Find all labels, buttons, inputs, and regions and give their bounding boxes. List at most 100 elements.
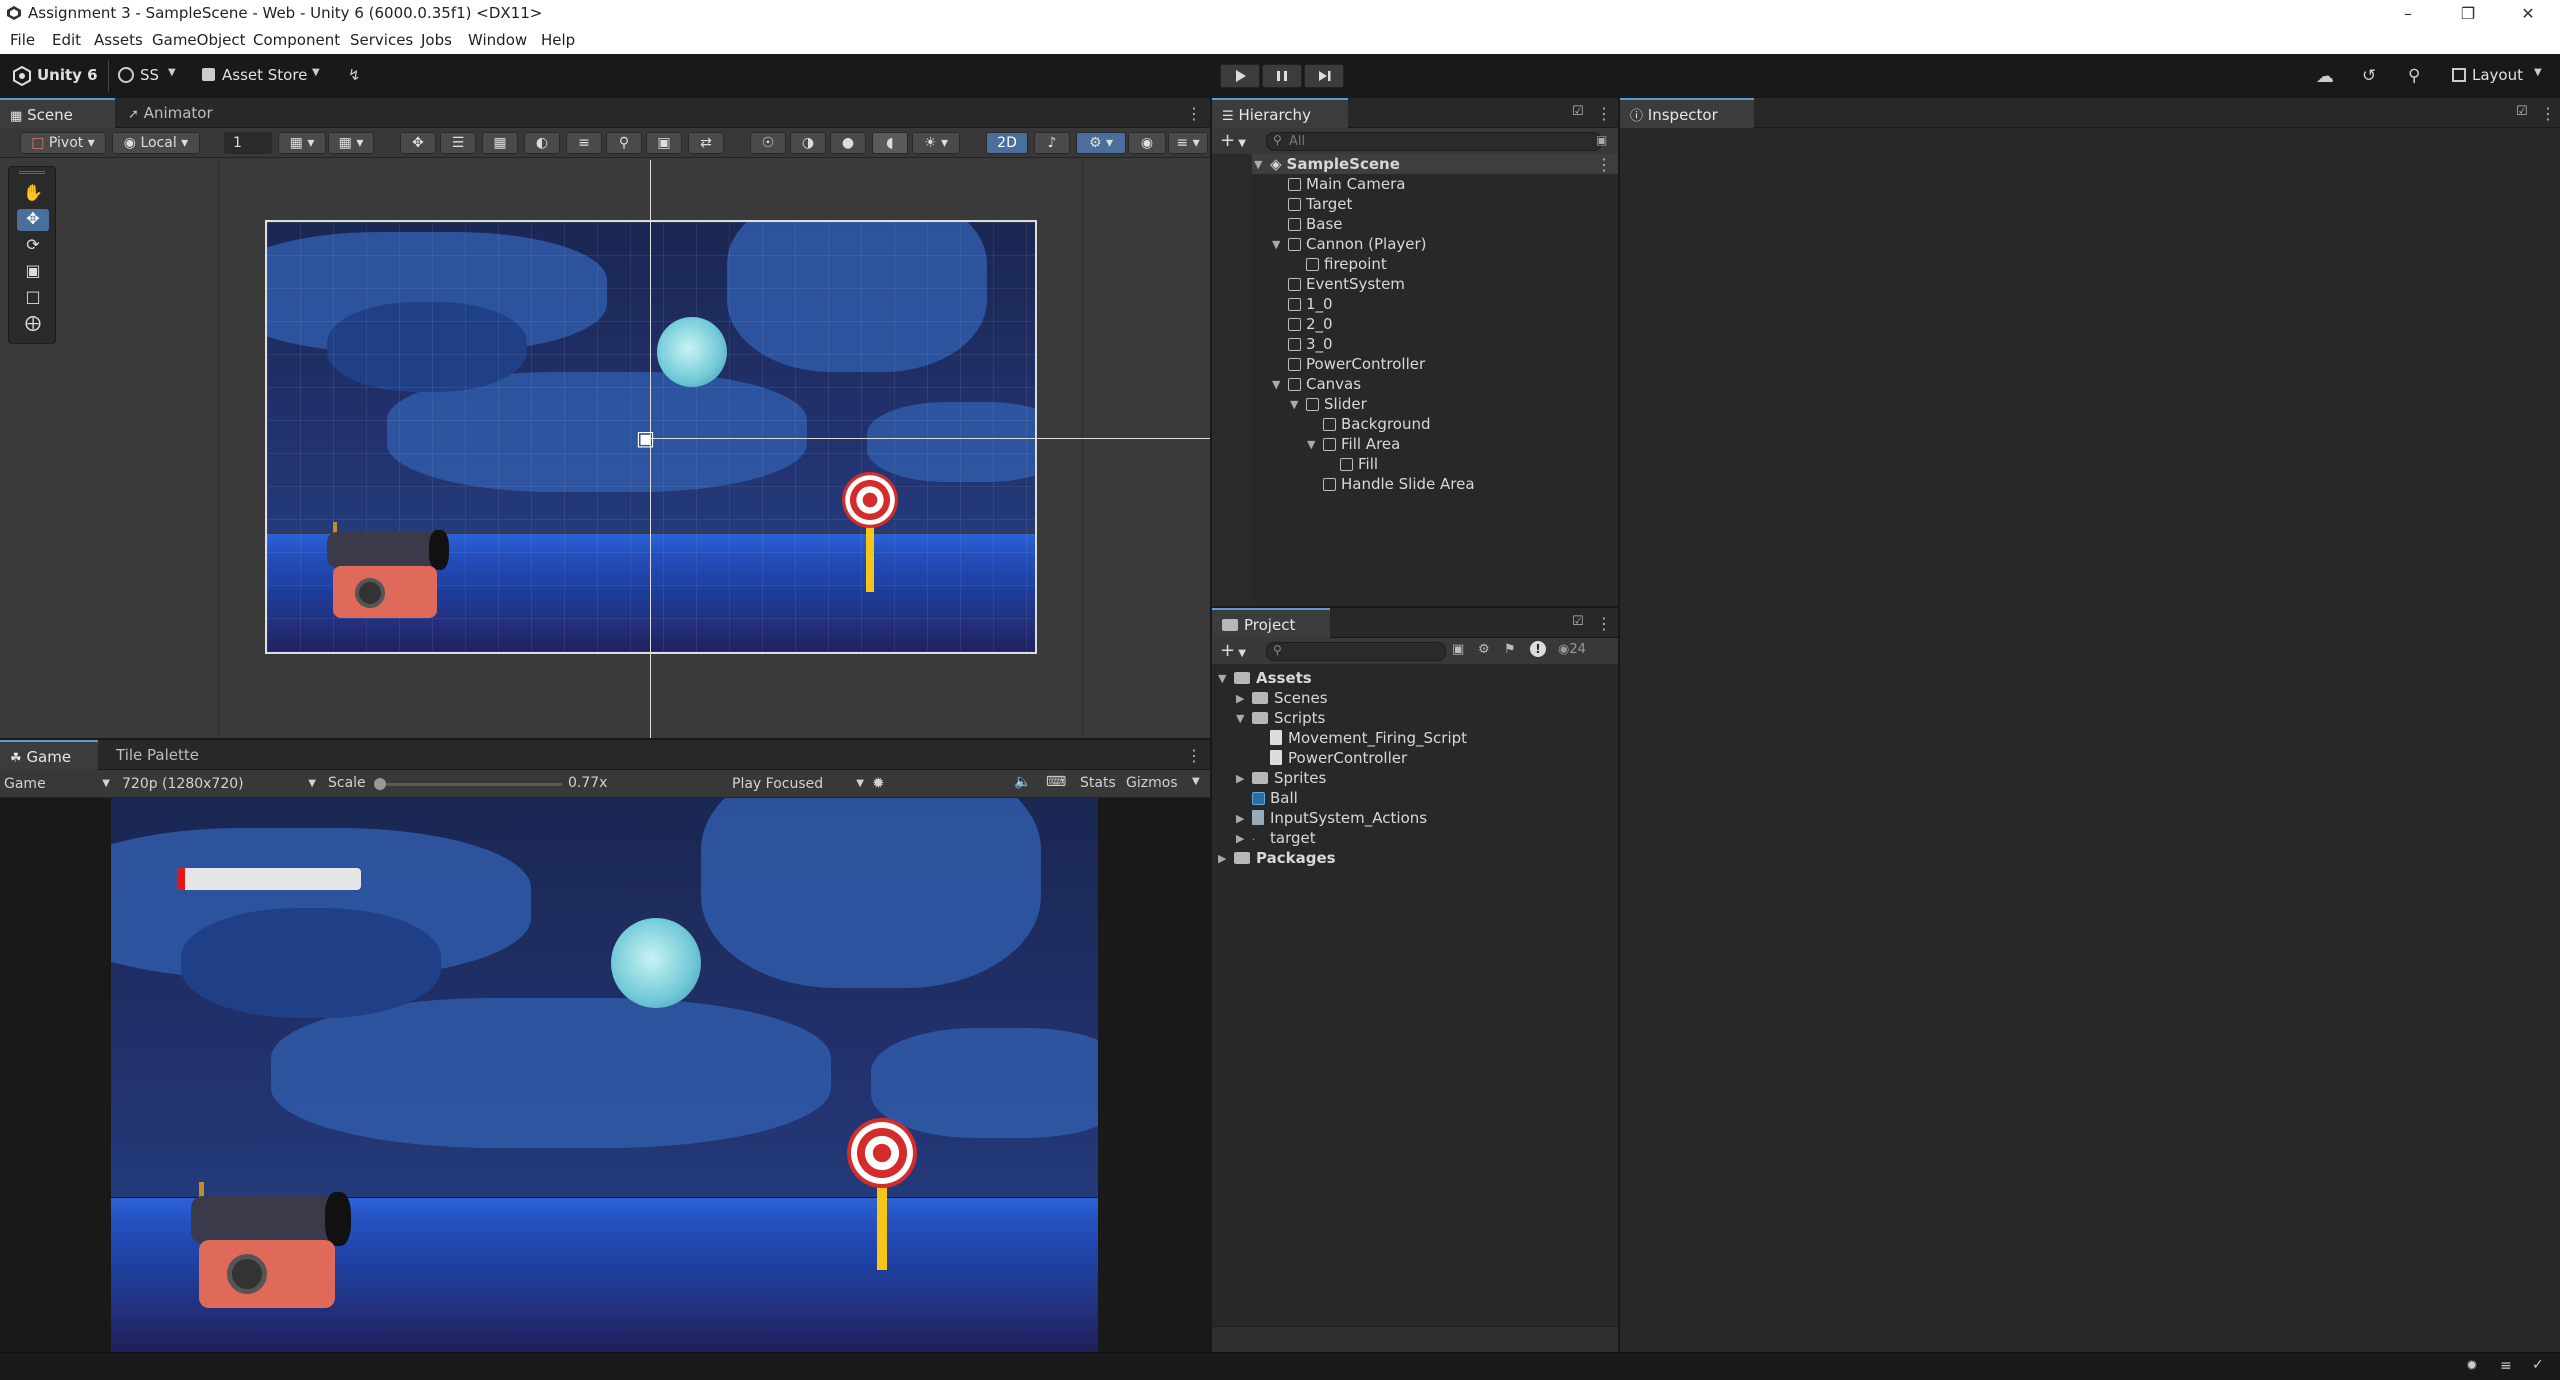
resolution-dropdown[interactable]: 720p (1280x720) ▼ bbox=[122, 773, 316, 795]
hierarchy-item-canvas[interactable]: Canvas bbox=[1288, 374, 1361, 394]
scale-slider-track[interactable] bbox=[378, 783, 562, 786]
hierarchy-item-fill-area[interactable]: Fill Area bbox=[1323, 434, 1400, 454]
account-dropdown[interactable]: SS ▼ bbox=[118, 64, 178, 88]
play-button[interactable] bbox=[1220, 64, 1260, 88]
lighting-toggle-icon[interactable]: ◖ bbox=[872, 132, 908, 154]
globe-icon[interactable]: ☉ bbox=[750, 132, 786, 154]
kebab-menu-icon[interactable]: ⋮ bbox=[1596, 155, 1612, 174]
grid-tool-icon[interactable]: ▦ bbox=[482, 132, 518, 154]
expand-arrow-icon[interactable]: ▼ bbox=[1236, 712, 1244, 725]
expand-arrow-icon[interactable]: ▼ bbox=[1290, 398, 1298, 411]
hierarchy-item-3-0[interactable]: 3_0 bbox=[1288, 334, 1333, 354]
lock-icon[interactable]: ☑ bbox=[1572, 104, 1584, 119]
gizmo-settings-dropdown[interactable]: ⚙ ▾ bbox=[1076, 132, 1126, 154]
menu-assets[interactable]: Assets bbox=[94, 31, 143, 49]
add-object-button[interactable]: + ▼ bbox=[1220, 130, 1246, 151]
menu-jobs[interactable]: Jobs bbox=[421, 31, 452, 49]
hierarchy-item-fill[interactable]: Fill bbox=[1340, 454, 1378, 474]
hierarchy-item-handle-slide-area[interactable]: Handle Slide Area bbox=[1323, 474, 1475, 494]
hierarchy-item-powercontroller[interactable]: PowerController bbox=[1288, 354, 1425, 374]
stats-button[interactable]: Stats bbox=[1080, 775, 1116, 791]
collapse-arrow-icon[interactable]: ▶ bbox=[1236, 772, 1244, 785]
shuffle-tool-icon[interactable]: ⇄ bbox=[688, 132, 724, 154]
tab-animator[interactable]: ➚ Animator bbox=[118, 98, 238, 128]
cloud-icon[interactable]: ☁ bbox=[2316, 66, 2334, 87]
lock-icon[interactable]: ☑ bbox=[2516, 104, 2528, 119]
game-view[interactable] bbox=[111, 798, 1098, 1352]
menu-help[interactable]: Help bbox=[541, 31, 575, 49]
asset-store-dropdown[interactable]: Asset Store ▼ bbox=[200, 64, 330, 88]
filter-by-type-icon[interactable]: ⚙ bbox=[1478, 642, 1490, 657]
effects-dropdown[interactable]: ☀ ▾ bbox=[912, 132, 960, 154]
expand-arrow-icon[interactable]: ▼ bbox=[1272, 378, 1280, 391]
hidden-packages-toggle[interactable]: ◉24 bbox=[1558, 642, 1586, 657]
play-mode-dropdown[interactable]: Play Focused ▼ bbox=[732, 773, 864, 795]
gizmos-button[interactable]: Gizmos bbox=[1126, 775, 1178, 791]
expand-arrow-icon[interactable]: ▼ bbox=[1272, 238, 1280, 251]
filter-by-label-icon[interactable]: ⚑ bbox=[1504, 642, 1516, 657]
power-slider[interactable] bbox=[177, 868, 361, 890]
rotate-tool-icon[interactable]: ⟳ bbox=[17, 235, 49, 257]
local-dropdown[interactable]: ◉ Local ▾ bbox=[112, 132, 200, 154]
layers-tool-icon[interactable]: ≡ bbox=[566, 132, 602, 154]
tab-tile-palette[interactable]: Tile Palette bbox=[106, 740, 216, 770]
maximize-button[interactable]: ❐ bbox=[2448, 2, 2488, 26]
project-folder-scenes[interactable]: Scenes bbox=[1252, 688, 1328, 708]
hierarchy-item-eventsystem[interactable]: EventSystem bbox=[1288, 274, 1405, 294]
kebab-menu-icon[interactable]: ⋮ bbox=[1186, 746, 1202, 765]
step-button[interactable] bbox=[1304, 64, 1344, 88]
tab-game[interactable]: ☘ Game bbox=[0, 740, 98, 770]
tab-inspector[interactable]: ⓘ Inspector bbox=[1620, 98, 1754, 128]
audio-toggle-icon[interactable]: ♪ bbox=[1034, 132, 1070, 154]
menu-gameobject[interactable]: GameObject bbox=[152, 31, 246, 49]
project-asset-target[interactable]: · target bbox=[1252, 828, 1316, 848]
project-folder-scripts[interactable]: Scripts bbox=[1252, 708, 1325, 728]
hierarchy-item-1-0[interactable]: 1_0 bbox=[1288, 294, 1333, 314]
grid-visibility-button[interactable]: ▦ ▾ bbox=[328, 132, 374, 154]
hierarchy-search-field[interactable]: ⚲ All bbox=[1266, 132, 1602, 151]
snap-increment-field[interactable]: 1 bbox=[224, 132, 272, 154]
version-control-icon[interactable]: ↯ bbox=[348, 66, 366, 84]
collapse-arrow-icon[interactable]: ▶ bbox=[1236, 812, 1244, 825]
project-folder-assets[interactable]: Assets bbox=[1234, 668, 1312, 688]
rect-tool-icon[interactable]: □ bbox=[17, 287, 49, 309]
zoom-tool-icon[interactable]: ⚲ bbox=[606, 132, 642, 154]
visibility-eye-icon[interactable]: ◉ bbox=[1128, 132, 1166, 154]
bug-status-icon[interactable]: ✹ bbox=[2466, 1358, 2478, 1374]
project-folder-packages[interactable]: Packages bbox=[1234, 848, 1336, 868]
collapse-arrow-icon[interactable]: ▶ bbox=[1218, 852, 1226, 865]
collapse-arrow-icon[interactable]: ▶ bbox=[1236, 832, 1244, 845]
move-tool-icon[interactable]: ✥ bbox=[400, 132, 436, 154]
tab-scene[interactable]: ▦ Scene bbox=[0, 98, 115, 128]
history-icon[interactable]: ↺ bbox=[2362, 66, 2376, 86]
hierarchy-item-slider[interactable]: Slider bbox=[1306, 394, 1367, 414]
search-by-type-icon[interactable]: ▣ bbox=[1452, 642, 1464, 657]
kebab-menu-icon[interactable]: ⋮ bbox=[1186, 104, 1202, 123]
kebab-menu-icon[interactable]: ⋮ bbox=[1596, 104, 1612, 123]
close-button[interactable]: ✕ bbox=[2508, 2, 2548, 26]
hierarchy-item-firepoint[interactable]: firepoint bbox=[1306, 254, 1387, 274]
project-folder-sprites[interactable]: Sprites bbox=[1252, 768, 1326, 788]
menu-window[interactable]: Window bbox=[468, 31, 527, 49]
tab-hierarchy[interactable]: ☰ Hierarchy bbox=[1212, 98, 1348, 128]
layers-dropdown[interactable]: ≡ ▾ bbox=[1168, 132, 1208, 154]
layers-status-icon[interactable]: ≡ bbox=[2500, 1358, 2512, 1374]
expand-arrow-icon[interactable]: ▼ bbox=[1254, 158, 1262, 171]
pivot-dropdown[interactable]: □ Pivot ▾ bbox=[20, 132, 106, 154]
chevron-down-icon[interactable]: ▼ bbox=[1192, 776, 1200, 787]
overlay-drag-handle[interactable] bbox=[19, 171, 45, 174]
pause-button[interactable] bbox=[1262, 64, 1302, 88]
tab-project[interactable]: Project bbox=[1212, 608, 1330, 638]
collapse-arrow-icon[interactable]: ▶ bbox=[1236, 692, 1244, 705]
grid-snapping-button[interactable]: ▦ ▾ bbox=[278, 132, 326, 154]
expand-arrow-icon[interactable]: ▼ bbox=[1307, 438, 1315, 451]
keyboard-icon[interactable]: ⌨ bbox=[1046, 774, 1066, 790]
kebab-menu-icon[interactable]: ⋮ bbox=[1596, 614, 1612, 633]
lock-icon[interactable]: ☑ bbox=[1572, 614, 1584, 629]
hierarchy-item-target[interactable]: Target bbox=[1288, 194, 1352, 214]
scale-slider-handle[interactable] bbox=[374, 778, 386, 790]
project-script-movement[interactable]: Movement_Firing_Script bbox=[1270, 728, 1467, 748]
mode-2d-toggle[interactable]: 2D bbox=[986, 132, 1028, 154]
checkmark-status-icon[interactable]: ✓ bbox=[2532, 1357, 2544, 1373]
align-tool-icon[interactable]: ☰ bbox=[440, 132, 476, 154]
